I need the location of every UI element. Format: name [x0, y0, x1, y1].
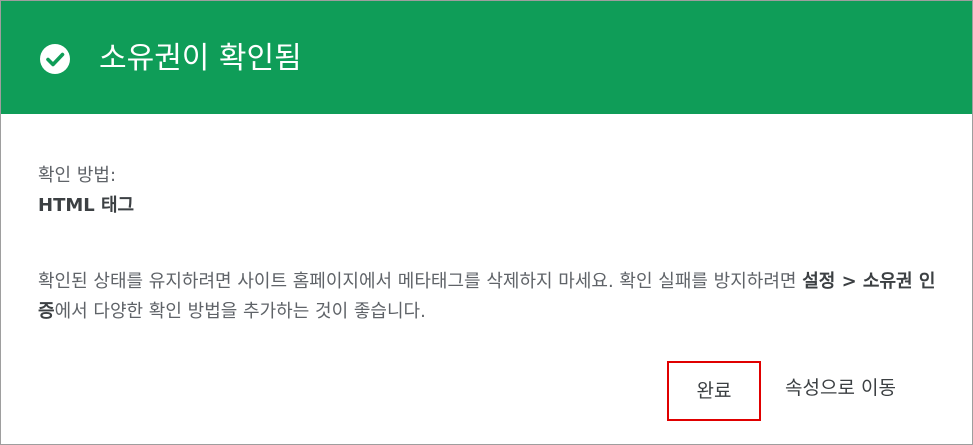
go-to-property-button[interactable]: 속성으로 이동 [785, 375, 896, 401]
dialog-header: 소유권이 확인됨 [1, 1, 972, 114]
check-circle-icon [40, 44, 70, 74]
verification-method-label: 확인 방법: [38, 165, 117, 186]
message-text-end: 에서 다양한 확인 방법을 추가하는 것이 좋습니다. [54, 301, 426, 322]
dialog-title: 소유권이 확인됨 [99, 41, 302, 76]
message-text-start: 확인된 상태를 유지하려면 사이트 홈페이지에서 메타태그를 삭제하지 마세요.… [38, 271, 803, 292]
verification-method-value: HTML 태그 [38, 195, 135, 216]
verification-message: 확인된 상태를 유지하려면 사이트 홈페이지에서 메타태그를 삭제하지 마세요.… [38, 267, 943, 327]
done-button[interactable]: 완료 [667, 361, 761, 421]
ownership-verified-dialog: 소유권이 확인됨 확인 방법: HTML 태그 확인된 상태를 유지하려면 사이… [0, 0, 973, 445]
